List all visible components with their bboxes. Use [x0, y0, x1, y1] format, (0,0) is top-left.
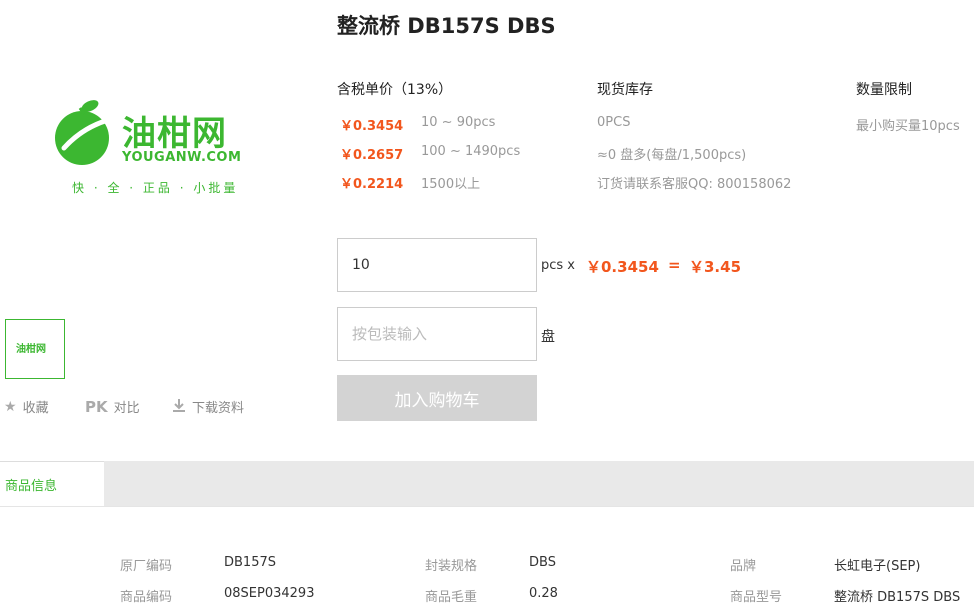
compare-button[interactable]: PK 对比: [85, 397, 140, 417]
tab-divider: [0, 506, 974, 507]
quantity-input[interactable]: [337, 238, 537, 292]
stock-line: 订货请联系客服QQ: 800158062: [597, 177, 792, 192]
quantity-unit: pcs x: [541, 258, 575, 273]
favorite-label: 收藏: [22, 401, 49, 416]
tier-range: 10 ~ 90pcs: [421, 115, 496, 130]
logo-brand-text: 油柑网: [122, 114, 227, 154]
spec-label: 商品编码: [120, 590, 173, 605]
spec-label: 封装规格: [425, 559, 478, 574]
pack-input[interactable]: [337, 307, 537, 361]
spec-value: 整流桥 DB157S DBS: [834, 590, 961, 605]
tier-price: ￥0.3454: [340, 119, 404, 134]
logo-slogan: 快 · 全 · 正品 · 小批量: [72, 181, 239, 195]
compare-label: 对比: [113, 401, 140, 416]
product-thumbnail[interactable]: 油柑网: [5, 319, 65, 379]
logo-url-text: YOUGANW.COM: [122, 150, 242, 165]
limit-text: 最小购买量10pcs: [856, 119, 960, 134]
equals-sign: =: [668, 256, 681, 274]
download-button[interactable]: 下载资料: [172, 397, 244, 416]
download-icon: [172, 398, 186, 416]
unit-price: ￥0.3454: [586, 258, 659, 276]
thumbnail-logo-text: 油柑网: [16, 344, 46, 355]
tier-price: ￥0.2657: [340, 148, 404, 163]
add-to-cart-button[interactable]: 加入购物车: [337, 375, 537, 421]
spec-label: 原厂编码: [120, 559, 173, 574]
favorite-button[interactable]: ★ 收藏: [4, 397, 49, 417]
spec-value: DBS: [529, 555, 556, 570]
spec-label: 商品型号: [730, 590, 783, 605]
pack-unit: 盘: [541, 329, 555, 345]
fruit-logo-icon: [55, 100, 111, 165]
pk-icon: PK: [85, 397, 108, 416]
spec-value: DB157S: [224, 555, 276, 570]
price-header: 含税单价（13%）: [337, 82, 453, 98]
download-label: 下载资料: [192, 401, 245, 416]
tier-range: 1500以上: [421, 177, 481, 192]
total-price: ￥3.45: [689, 258, 742, 276]
stock-line: 0PCS: [597, 115, 631, 130]
limit-header: 数量限制: [856, 82, 912, 98]
spec-label: 品牌: [730, 559, 757, 574]
product-title: 整流桥 DB157S DBS: [337, 14, 556, 38]
tab-bar: 商品信息: [0, 461, 974, 506]
tier-range: 100 ~ 1490pcs: [421, 144, 521, 159]
tier-price: ￥0.2214: [340, 177, 404, 192]
spec-value: 08SEP034293: [224, 586, 315, 601]
stock-header: 现货库存: [597, 82, 653, 98]
spec-label: 商品毛重: [425, 590, 478, 605]
tab-product-info[interactable]: 商品信息: [0, 461, 104, 506]
spec-value: 0.28: [529, 586, 558, 601]
star-icon: ★: [4, 398, 17, 415]
spec-value: 长虹电子(SEP): [834, 559, 921, 574]
stock-line: ≈0 盘多(每盘/1,500pcs): [597, 148, 747, 163]
